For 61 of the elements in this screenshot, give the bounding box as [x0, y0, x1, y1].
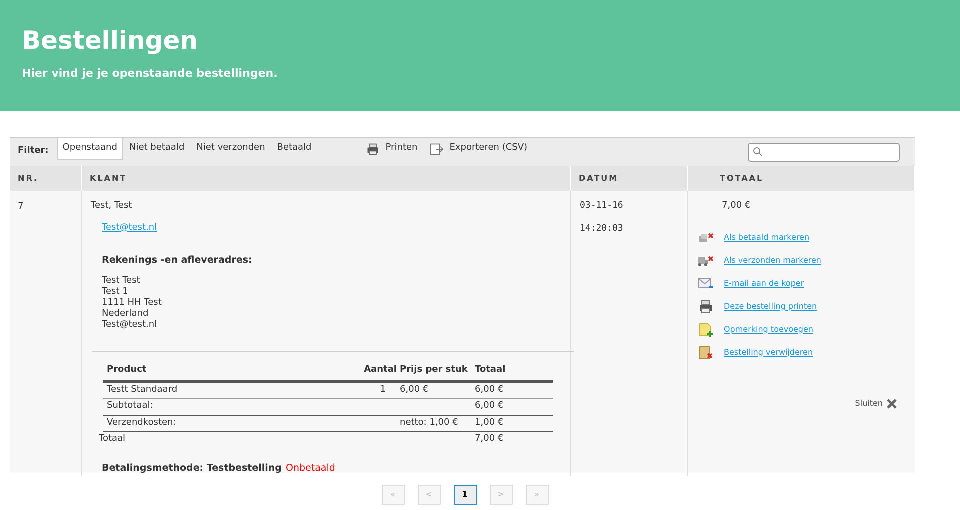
action-link[interactable]: Bestelling verwijderen	[724, 346, 814, 358]
order-total: 7,00 €	[722, 200, 752, 213]
product-table-cell: Testt Standaard	[107, 384, 178, 395]
pagination-button[interactable]: »	[526, 485, 548, 505]
action-link[interactable]: Als verzonden markeren	[724, 254, 822, 266]
product-table-cell: 6,00 €	[475, 384, 504, 395]
address-line: Test Test	[102, 276, 142, 288]
search-icon	[753, 147, 763, 157]
payment-status: Onbetaald	[286, 462, 336, 476]
address-heading: Rekenings -en afleveradres:	[102, 254, 252, 268]
filter-tab[interactable]: Niet verzonden	[190, 138, 272, 160]
product-table-cell: 1,00 €	[475, 418, 504, 428]
truck-icon	[698, 254, 714, 268]
filter-tab[interactable]: Niet betaald	[123, 138, 191, 160]
product-table-cell: 6,00 €	[475, 401, 504, 412]
search-field[interactable]	[748, 142, 900, 162]
address-line: Test 1	[102, 287, 130, 298]
address-line: Test@test.nl	[102, 320, 158, 332]
product-table-cell: 7,00 €	[475, 434, 504, 444]
close-icon	[887, 398, 897, 408]
product-table-cell: netto: 1,00 €	[400, 418, 458, 428]
order-time: 14:20:03	[580, 222, 624, 236]
product-column-header: Product	[103, 362, 360, 382]
page-subtitle: Hier vind je je openstaande bestellingen.	[22, 66, 279, 82]
print-button[interactable]: Printen	[366, 138, 418, 160]
product-column-header: Totaal	[475, 362, 553, 382]
close-button[interactable]: Sluiten	[855, 398, 897, 410]
product-table-cell: 1	[380, 384, 386, 395]
order-number: 7	[18, 202, 24, 212]
printer-icon	[366, 142, 380, 156]
pagination-button[interactable]: «	[382, 485, 404, 505]
export-icon	[430, 142, 444, 156]
pagination-button[interactable]: <	[418, 485, 440, 505]
action-link[interactable]: E-mail aan de koper	[724, 278, 804, 290]
action-link[interactable]: Opmerking toevoegen	[724, 324, 814, 336]
email-link[interactable]: Test@test.nl	[102, 222, 158, 235]
filter-tab[interactable]: Betaald	[271, 138, 318, 160]
note-add-icon	[698, 322, 714, 336]
filter-tab[interactable]: Openstaand	[56, 138, 124, 160]
page-title: Bestellingen	[22, 26, 199, 56]
delete-icon	[698, 346, 714, 360]
action-link[interactable]: Deze bestelling printen	[724, 300, 818, 312]
product-table-cell: 6,00 €	[400, 384, 429, 395]
export-button[interactable]: Exporteren (CSV)	[430, 138, 528, 160]
action-link[interactable]: Als betaald markeren	[724, 232, 810, 244]
product-column-header: Aantal	[360, 362, 400, 382]
customer-name: Test, Test	[91, 200, 132, 213]
envelope-icon	[698, 276, 714, 290]
product-table-cell: Verzendkosten:	[107, 418, 176, 428]
printer-icon	[698, 300, 714, 314]
payment-method: Betalingsmethode: Testbestelling	[102, 462, 282, 476]
filter-label: Filter:	[17, 145, 50, 158]
product-table-cell: Subtotaal:	[107, 401, 154, 412]
order-date: 03-11-16	[580, 200, 624, 213]
money-icon	[698, 230, 714, 244]
address-line: Nederland	[102, 309, 150, 320]
product-column-header: Prijs per stuk	[400, 362, 475, 382]
pagination-button[interactable]: >	[490, 485, 512, 505]
product-table-cell: Totaal	[99, 434, 126, 444]
pagination-button[interactable]: 1	[454, 485, 476, 505]
address-line: 1111 HH Test	[102, 298, 162, 309]
